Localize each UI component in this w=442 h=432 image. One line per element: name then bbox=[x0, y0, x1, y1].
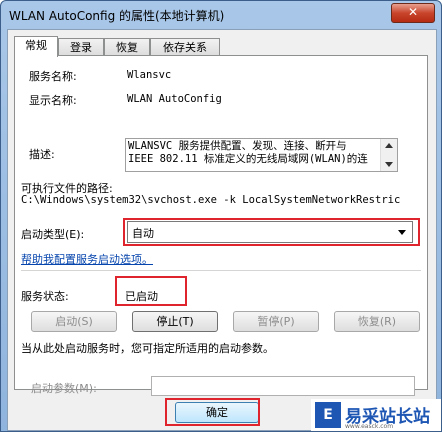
title-bar[interactable]: WLAN AutoConfig 的属性(本地计算机) ✕ bbox=[1, 1, 441, 29]
general-tab-content: 服务名称: Wlansvc 显示名称: WLAN AutoConfig 描述: … bbox=[14, 55, 428, 396]
exe-path-value: C:\Windows\system32\svchost.exe -k Local… bbox=[21, 194, 401, 206]
resume-button[interactable]: 恢复(R) bbox=[334, 311, 420, 332]
close-icon: ✕ bbox=[407, 5, 419, 19]
scroll-up-arrow-icon[interactable] bbox=[385, 143, 393, 148]
start-params-hint: 当从此处启动服务时，您可指定所适用的启动参数。 bbox=[21, 342, 274, 355]
description-label: 描述: bbox=[29, 148, 55, 161]
help-startup-options-link[interactable]: 帮助我配置服务启动选项。 bbox=[21, 251, 153, 267]
site-watermark: E 易采站长站 www.easck.com bbox=[311, 399, 441, 431]
startup-type-highlight bbox=[123, 218, 420, 246]
start-button[interactable]: 启动(S) bbox=[31, 311, 117, 332]
start-params-input[interactable] bbox=[151, 376, 415, 396]
start-params-label: 启动参数(M): bbox=[31, 382, 97, 395]
display-name-label: 显示名称: bbox=[29, 94, 77, 107]
description-scrollbar[interactable] bbox=[380, 139, 397, 171]
tab-dependencies[interactable]: 依存关系 bbox=[150, 38, 220, 56]
tab-recovery[interactable]: 恢复 bbox=[104, 38, 150, 56]
close-button[interactable]: ✕ bbox=[391, 3, 435, 23]
description-text: WLANSVC 服务提供配置、发现、连接、断开与 IEEE 802.11 标准定… bbox=[128, 140, 368, 165]
service-name-label: 服务名称: bbox=[29, 70, 77, 83]
tab-general[interactable]: 常规 bbox=[14, 36, 58, 57]
description-box[interactable]: WLANSVC 服务提供配置、发现、连接、断开与 IEEE 802.11 标准定… bbox=[125, 138, 398, 172]
pause-button[interactable]: 暂停(P) bbox=[233, 311, 319, 332]
separator bbox=[21, 270, 421, 271]
ok-button-highlight bbox=[165, 398, 260, 426]
watermark-logo: E bbox=[315, 402, 341, 428]
watermark-url: www.easck.com bbox=[345, 423, 394, 430]
service-status-label: 服务状态: bbox=[21, 290, 69, 303]
properties-window: WLAN AutoConfig 的属性(本地计算机) ✕ 常规 登录 恢复 依存… bbox=[0, 0, 442, 432]
stop-button[interactable]: 停止(T) bbox=[132, 311, 218, 332]
dialog-panel: 常规 登录 恢复 依存关系 服务名称: Wlansvc 显示名称: WLAN A… bbox=[7, 29, 437, 431]
service-status-highlight bbox=[115, 276, 187, 306]
display-name-value: WLAN AutoConfig bbox=[127, 93, 222, 105]
scroll-down-arrow-icon[interactable] bbox=[385, 162, 393, 167]
startup-type-label: 启动类型(E): bbox=[21, 228, 85, 241]
tab-logon[interactable]: 登录 bbox=[58, 38, 104, 56]
window-title: WLAN AutoConfig 的属性(本地计算机) bbox=[9, 9, 225, 23]
service-name-value: Wlansvc bbox=[127, 69, 172, 81]
